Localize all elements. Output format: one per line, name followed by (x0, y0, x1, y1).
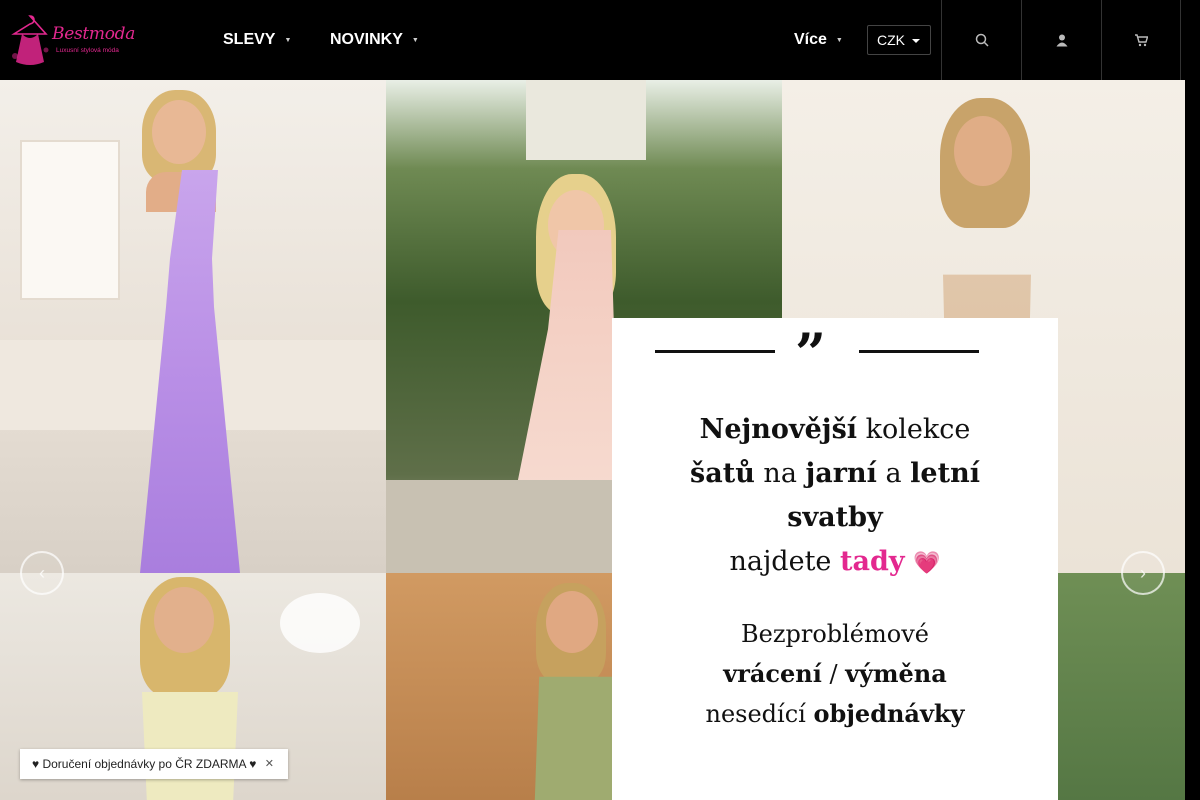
returns-text: Bezproblémové vrácení / výměna nesedící … (612, 614, 1058, 734)
nav-item-label: SLEVY (223, 31, 276, 48)
quote-text: jarní (805, 458, 877, 489)
cart-icon (1135, 34, 1148, 47)
arrow-left-icon: ‹ (39, 562, 45, 583)
carousel-next-button[interactable]: › (1121, 551, 1165, 595)
quote-text: na (754, 458, 806, 489)
chevron-down-icon: ▼ (835, 36, 843, 44)
collection-link[interactable]: tady (840, 546, 905, 577)
quote-text: nesedící (705, 700, 814, 728)
page: Bestmoda Luxusní stylová móda SLEVY ▼ NO… (0, 0, 1200, 800)
nav-item-label: NOVINKY (330, 31, 403, 48)
nav-item-novinky[interactable]: NOVINKY ▼ (330, 28, 419, 52)
heart-emoji: 💗 (913, 551, 941, 576)
quote-text: vrácení (723, 659, 822, 688)
nav-item-vice[interactable]: Více ▼ (794, 28, 843, 52)
quote-text: šatů (690, 458, 755, 489)
wall-panel (20, 140, 120, 300)
cart-button[interactable] (1101, 0, 1181, 80)
currency-select[interactable]: CZK (867, 25, 931, 55)
model-face (954, 116, 1012, 186)
logo[interactable]: Bestmoda Luxusní stylová móda (6, 8, 135, 70)
close-icon[interactable]: ✕ (265, 757, 274, 770)
account-button[interactable] (1021, 0, 1101, 80)
currency-value: CZK (877, 32, 905, 48)
model-face (154, 587, 214, 653)
logo-name: Bestmoda (52, 24, 136, 44)
chevron-down-icon: ▼ (411, 36, 419, 44)
search-button[interactable] (941, 0, 1021, 80)
hero-banner[interactable]: ” Nejnovější kolekce šatů na jarní a let… (0, 80, 1185, 800)
user-icon (1056, 34, 1067, 47)
divider (655, 350, 775, 353)
quote-text: / (821, 660, 846, 688)
site-header: Bestmoda Luxusní stylová móda SLEVY ▼ NO… (0, 0, 1200, 80)
divider (859, 350, 979, 353)
quote-text: objednávky (813, 699, 965, 728)
quote-text: najdete (729, 546, 840, 577)
quote-text: kolekce (857, 414, 971, 445)
banner-photo-lavender-dress (0, 80, 386, 573)
hanger-dress-icon (11, 15, 49, 65)
nav-item-label: Více (794, 31, 827, 48)
caret-down-icon (912, 39, 920, 43)
chevron-down-icon: ▼ (284, 36, 292, 44)
model-face (152, 100, 206, 164)
logo-tagline: Luxusní stylová móda (56, 47, 119, 54)
quote-text: svatby (787, 502, 883, 533)
search-icon (975, 33, 989, 47)
building (526, 80, 646, 160)
free-delivery-text: ♥ Doručení objednávky po ČR ZDARMA ♥ (32, 757, 257, 771)
quote-headline: Nejnovější kolekce šatů na jarní a letní… (612, 408, 1058, 586)
quote-text: a (876, 458, 911, 489)
quote-text: letní (910, 458, 980, 489)
free-delivery-notice: ♥ Doručení objednávky po ČR ZDARMA ♥ ✕ (20, 749, 288, 779)
quote-icon: ” (795, 321, 827, 385)
quote-text: Nejnovější (699, 414, 858, 445)
quote-text: Bezproblémové (741, 620, 929, 648)
quote-text: výměna (845, 659, 947, 688)
carousel-prev-button[interactable]: ‹ (20, 551, 64, 595)
promo-quote-card[interactable]: ” Nejnovější kolekce šatů na jarní a let… (612, 318, 1058, 800)
orchid (280, 593, 360, 653)
model-face (546, 591, 598, 653)
nav-item-slevy[interactable]: SLEVY ▼ (223, 28, 291, 52)
arrow-right-icon: › (1140, 562, 1146, 583)
